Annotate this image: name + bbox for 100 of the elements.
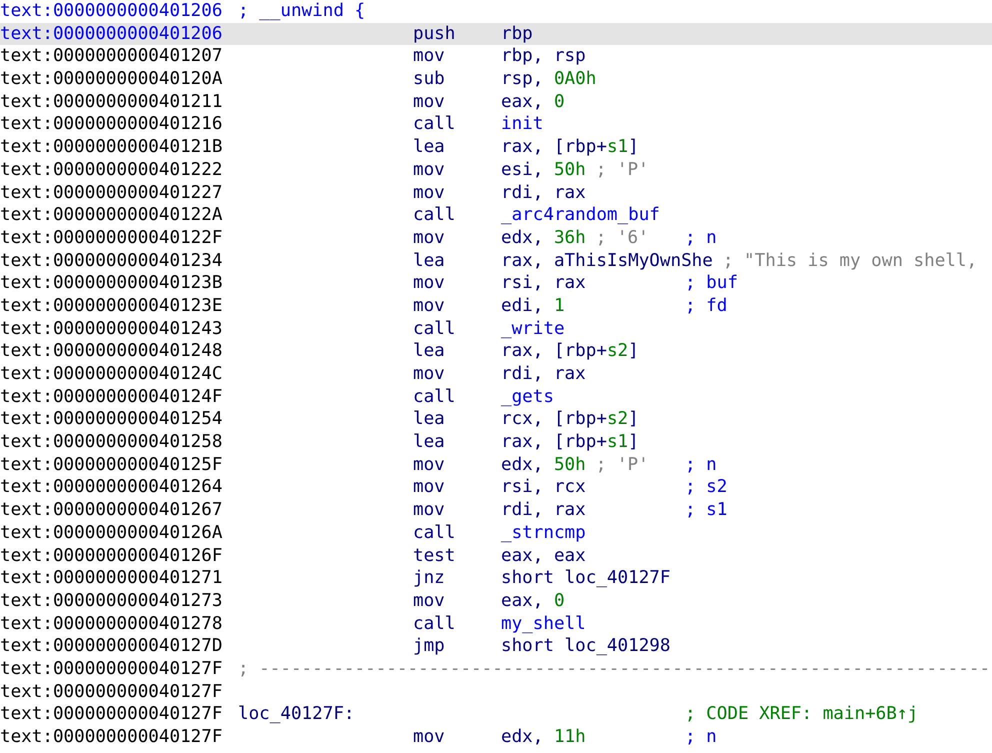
operand-text: rsi, rcx (501, 476, 586, 500)
listing-row[interactable]: text:0000000000401248 lea rax, [rbp+s2] (0, 340, 992, 363)
address-text: text:0000000000401278 (0, 612, 224, 636)
listing-row[interactable]: text:0000000000401278 call my_shell (0, 612, 992, 636)
listing-row[interactable]: text:0000000000401258 lea rax, [rbp+s1] (0, 431, 992, 454)
address-text: text:0000000000401254 (0, 408, 224, 432)
comment-text: ; fd (685, 294, 728, 318)
listing-row[interactable]: text:0000000000401206 push rbp (0, 22, 992, 46)
mnemonic-text: lea (413, 250, 445, 271)
mnemonic-text: mov (413, 364, 445, 384)
operand-text: _strncmp (501, 522, 586, 544)
listing-row[interactable]: text:000000000040125F mov edx, 50h ; 'P' ; n (0, 454, 992, 476)
operand-text: my_shell (501, 612, 586, 636)
listing-row[interactable]: text:0000000000401267 mov rdi, rax ; s1 (0, 499, 992, 522)
operand-text: esi, 50h (501, 158, 586, 182)
operand-text: short loc_40127F (501, 567, 670, 590)
mnemonic-text: call (413, 205, 456, 226)
mnemonic-text: mov (413, 228, 445, 248)
listing-row[interactable]: text:000000000040122A call _arc4random_buf (0, 204, 992, 227)
mnemonic-text: mov (413, 92, 445, 112)
address-text: text:000000000040126A (0, 522, 224, 544)
listing-row[interactable]: text:0000000000401222 mov esi, 50h ; 'P' (0, 158, 992, 182)
listing-row[interactable]: text:0000000000401227 mov rdi, rax (0, 182, 992, 204)
code-label[interactable]: loc_40127F: (238, 703, 413, 726)
mnemonic-text: sub (413, 69, 445, 90)
listing-row[interactable]: text:000000000040124C mov rdi, rax (0, 363, 992, 386)
mnemonic-text: mov (413, 46, 445, 66)
address-text: text:000000000040123B (0, 272, 224, 295)
listing-row[interactable]: text:0000000000401271 jnz short loc_40127F (0, 567, 992, 590)
comment-text: ; s1 (685, 499, 728, 522)
address-text: text:000000000040127F (0, 726, 224, 749)
operand-text: rax, [rbp+s2] (501, 340, 639, 363)
listing-row[interactable]: text:000000000040127F (0, 680, 992, 704)
mnemonic-text: call (413, 114, 456, 134)
listing-row[interactable]: text:000000000040123E mov edi, 1 ; fd (0, 294, 992, 318)
listing-row[interactable]: text:0000000000401206 ; __unwind { (0, 0, 992, 23)
address-text: text:0000000000401267 (0, 499, 224, 522)
mnemonic-text: lea (413, 409, 445, 430)
listing-row[interactable]: text:000000000040127F ; --------------------------------------------------------------------- (0, 658, 992, 681)
address-text: text:0000000000401248 (0, 340, 224, 363)
listing-row[interactable]: text:000000000040123B mov rsi, rax ; buf (0, 272, 992, 295)
comment-text: ; CODE XREF: main+6B↑j (685, 703, 918, 726)
operand-text: rbp, rsp (501, 45, 586, 68)
operand-text: eax, 0 (501, 90, 565, 114)
mnemonic-text: mov (413, 160, 445, 180)
mnemonic-text: call (413, 318, 456, 339)
operand-text: rcx, [rbp+s2] (501, 408, 639, 432)
mnemonic-text: push (413, 24, 456, 44)
comment-text: ; "This is my own shell, (722, 250, 978, 272)
operand-text: _arc4random_buf (501, 204, 660, 227)
listing-row[interactable]: text:000000000040127D jmp short loc_401298 (0, 635, 992, 658)
listing-row[interactable]: text:0000000000401207 mov rbp, rsp (0, 45, 992, 68)
listing-row[interactable]: text:000000000040126F test eax, eax (0, 544, 992, 568)
address-text: text:0000000000401258 (0, 431, 224, 454)
operand-text: rdi, rax (501, 182, 586, 204)
listing-row[interactable]: text:0000000000401254 lea rcx, [rbp+s2] (0, 408, 992, 432)
listing-row[interactable]: text:0000000000401216 call init (0, 113, 992, 136)
operand-text: rsp, 0A0h (501, 68, 596, 91)
address-text: text:0000000000401227 (0, 182, 224, 204)
mnemonic-text: jmp (413, 636, 445, 656)
mnemonic-text: jnz (413, 568, 445, 588)
listing-row[interactable]: text:0000000000401243 call _write (0, 318, 992, 340)
address-text: text:0000000000401206 (0, 22, 224, 46)
mnemonic-text: mov (413, 296, 445, 316)
operand-text: rax, [rbp+s1] (501, 431, 639, 454)
address-text: text:000000000040122A (0, 204, 224, 227)
comment-text: ; n (685, 226, 717, 250)
operand-text: _gets (501, 386, 554, 408)
mnemonic-text: mov (413, 477, 445, 498)
address-text: text:0000000000401271 (0, 567, 224, 590)
address-text: text:000000000040124F (0, 386, 224, 408)
mnemonic-text: mov (413, 454, 445, 475)
listing-row[interactable]: text:0000000000401234 lea rax, aThisIsMyOwnShe ; "This is my own shell, (0, 250, 992, 272)
listing-row[interactable]: text:000000000040127F loc_40127F: ; CODE XREF: main+6B↑j (0, 703, 992, 726)
listing-row[interactable]: text:000000000040120A sub rsp, 0A0h (0, 68, 992, 91)
operand-text: eax, 0 (501, 590, 565, 613)
listing-row[interactable]: text:000000000040124F call _gets (0, 386, 992, 408)
listing-row[interactable]: text:0000000000401264 mov rsi, rcx ; s2 (0, 476, 992, 500)
address-text: text:0000000000401273 (0, 590, 224, 613)
mnemonic-text: lea (413, 432, 445, 452)
listing-row[interactable]: text:000000000040122F mov edx, 36h ; '6' ; n (0, 226, 992, 250)
operand-text: eax, eax (501, 544, 586, 568)
address-text: text:000000000040127D (0, 635, 224, 658)
operand-text: short loc_401298 (501, 635, 670, 658)
mnemonic-text: mov (413, 590, 445, 611)
address-text: text:000000000040127F (0, 703, 224, 726)
operand-text: rax, aThisIsMyOwnShe (501, 250, 713, 272)
mnemonic-text: call (413, 614, 456, 634)
comment-text: ; buf (685, 272, 738, 295)
operand-text: _write (501, 318, 565, 340)
address-text: text:000000000040127F (0, 658, 224, 681)
listing-row[interactable]: text:000000000040126A call _strncmp (0, 522, 992, 544)
listing-row[interactable]: text:000000000040121B lea rax, [rbp+s1] (0, 136, 992, 159)
operand-text: edx, 36h (501, 226, 586, 250)
listing-row[interactable]: text:0000000000401211 mov eax, 0 (0, 90, 992, 114)
comment-text: ; 'P' (596, 158, 649, 182)
listing-row[interactable]: text:0000000000401273 mov eax, 0 (0, 590, 992, 613)
mnemonic-text: lea (413, 137, 445, 158)
listing-row[interactable]: text:000000000040127F mov edx, 11h ; n (0, 726, 992, 749)
mnemonic-text: call (413, 522, 456, 543)
